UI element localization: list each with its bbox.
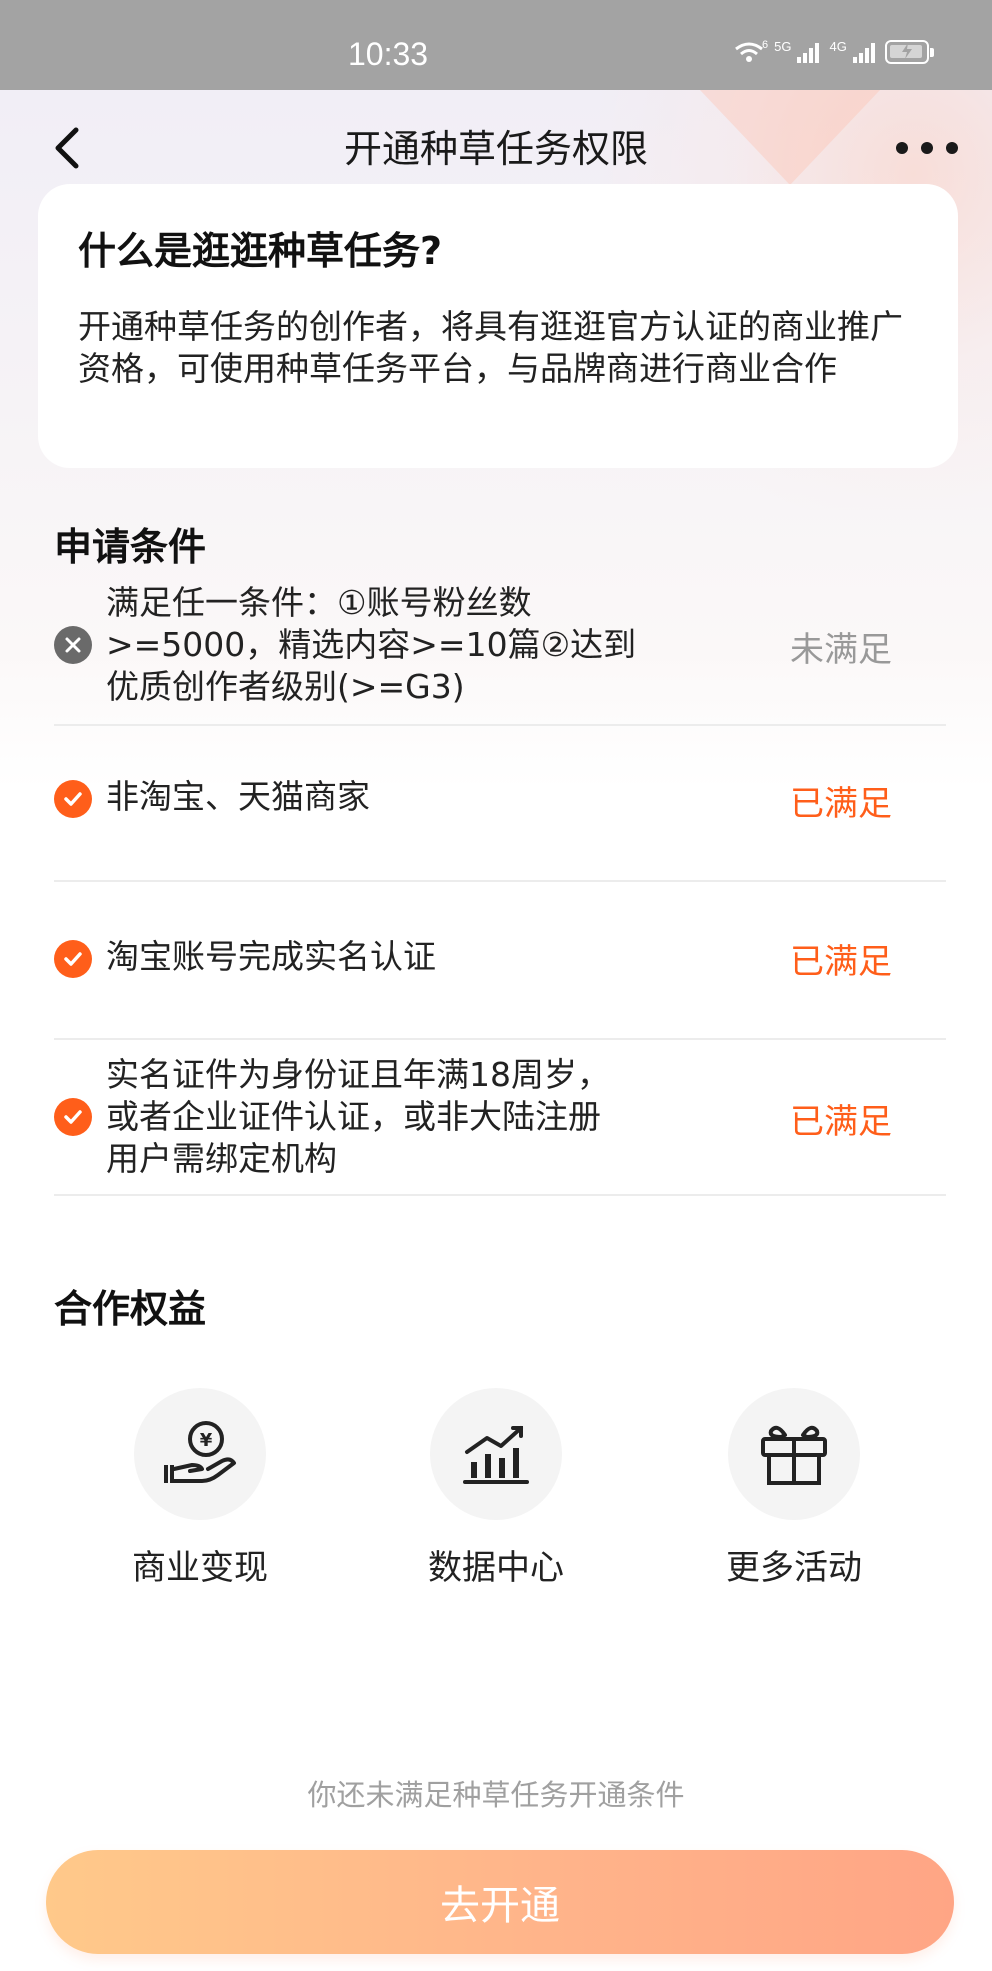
condition-text: 非淘宝、天猫商家 — [106, 777, 370, 816]
unmet-icon — [54, 626, 92, 664]
more-dots-icon — [896, 142, 908, 154]
condition-text: 淘宝账号完成实名认证 — [106, 937, 436, 976]
intro-card: 什么是逛逛种草任务? 开通种草任务的创作者，将具有逛逛官方认证的商业推广资格，可… — [38, 184, 958, 468]
condition-status: 已满足 — [790, 1102, 892, 1142]
page-title: 开通种草任务权限 — [343, 127, 648, 171]
benefit-label: 数据中心 — [428, 1548, 564, 1588]
divider — [54, 724, 946, 726]
conditions-title: 申请条件 — [54, 525, 207, 569]
benefit-label: 更多活动 — [726, 1548, 862, 1588]
check-icon — [54, 1098, 92, 1136]
status-time: 10:33 — [348, 36, 429, 72]
divider — [54, 1038, 946, 1040]
condition-status: 未满足 — [790, 630, 892, 670]
benefit-commercial[interactable]: ¥ 商业变现 — [100, 1388, 300, 1589]
condition-text: 满足任一条件：①账号粉丝数>=5000，精选内容>=10篇②达到优质创作者级别(… — [106, 583, 637, 706]
activate-button[interactable]: 去开通 — [46, 1850, 954, 1954]
wifi-badge: 6 — [762, 39, 769, 51]
intro-title: 什么是逛逛种草任务? — [78, 229, 443, 273]
benefit-data-center[interactable]: 数据中心 — [396, 1388, 596, 1589]
signal-icon-2 — [852, 41, 875, 63]
network-label-2: 4G — [829, 38, 847, 54]
wifi-icon — [734, 41, 764, 63]
check-icon — [54, 940, 92, 978]
divider — [54, 880, 946, 882]
gift-icon — [761, 1425, 827, 1485]
condition-row: 满足任一条件：①账号粉丝数>=5000，精选内容>=10篇②达到优质创作者级别(… — [54, 582, 944, 712]
condition-row: 实名证件为身份证且年满18周岁，或者企业证件认证，或非大陆注册用户需绑定机构 已… — [54, 1054, 944, 1184]
svg-text:¥: ¥ — [200, 1430, 213, 1451]
condition-row: 非淘宝、天猫商家 已满足 — [54, 776, 944, 826]
bar-chart-icon — [463, 1426, 529, 1484]
check-icon — [54, 780, 92, 818]
network-label-1: 5G — [774, 38, 792, 54]
divider — [54, 1194, 946, 1196]
status-icons: 6 5G 4G — [734, 38, 934, 64]
benefit-label: 商业变现 — [132, 1548, 268, 1588]
condition-status: 已满足 — [790, 784, 892, 824]
hand-coin-icon: ¥ — [164, 1421, 236, 1483]
status-bar: 10:33 6 5G 4G — [0, 0, 992, 90]
condition-status: 已满足 — [790, 942, 892, 982]
benefit-more-activities[interactable]: 更多活动 — [694, 1388, 894, 1589]
condition-text: 实名证件为身份证且年满18周岁，或者企业证件认证，或非大陆注册用户需绑定机构 — [106, 1055, 610, 1178]
benefits-title: 合作权益 — [54, 1287, 207, 1331]
battery-icon — [884, 40, 934, 64]
condition-row: 淘宝账号完成实名认证 已满足 — [54, 936, 944, 986]
more-button[interactable] — [896, 128, 958, 168]
unmet-hint: 你还未满足种草任务开通条件 — [307, 1778, 685, 1812]
intro-description: 开通种草任务的创作者，将具有逛逛官方认证的商业推广资格，可使用种草任务平台，与品… — [78, 307, 903, 388]
signal-icon-1 — [797, 41, 820, 63]
